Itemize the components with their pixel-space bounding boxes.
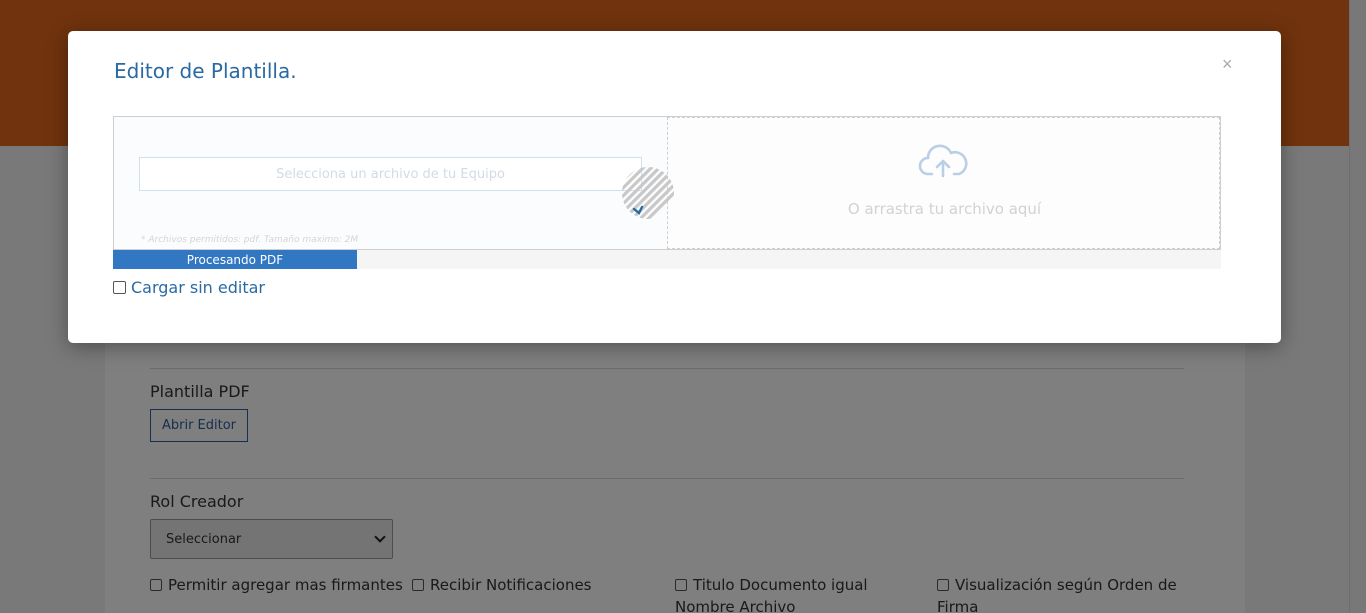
loading-spinner-icon <box>622 167 674 219</box>
load-without-edit-checkbox[interactable] <box>113 281 126 294</box>
drop-zone-text: O arrastra tu archivo aquí <box>847 200 1042 218</box>
allowed-files-hint: * Archivos permitidos: pdf. Tamaño maxim… <box>141 235 359 245</box>
file-picker-panel: Selecciona un archivo de tu Equipo * Arc… <box>114 117 668 249</box>
select-file-button[interactable]: Selecciona un archivo de tu Equipo <box>139 157 642 191</box>
close-icon[interactable]: × <box>1222 54 1233 75</box>
file-upload-area: Selecciona un archivo de tu Equipo * Arc… <box>113 116 1221 250</box>
drop-zone[interactable]: O arrastra tu archivo aquí <box>667 117 1220 249</box>
load-without-edit-label: Cargar sin editar <box>131 278 266 297</box>
modal-title: Editor de Plantilla. <box>114 59 297 83</box>
progress-fill: Procesando PDF <box>113 250 357 269</box>
cloud-upload-icon <box>918 144 968 178</box>
progress-bar: Procesando PDF <box>113 250 1221 269</box>
template-editor-modal: Editor de Plantilla. × Selecciona un arc… <box>68 31 1281 343</box>
load-without-edit-option[interactable]: Cargar sin editar <box>113 278 265 297</box>
